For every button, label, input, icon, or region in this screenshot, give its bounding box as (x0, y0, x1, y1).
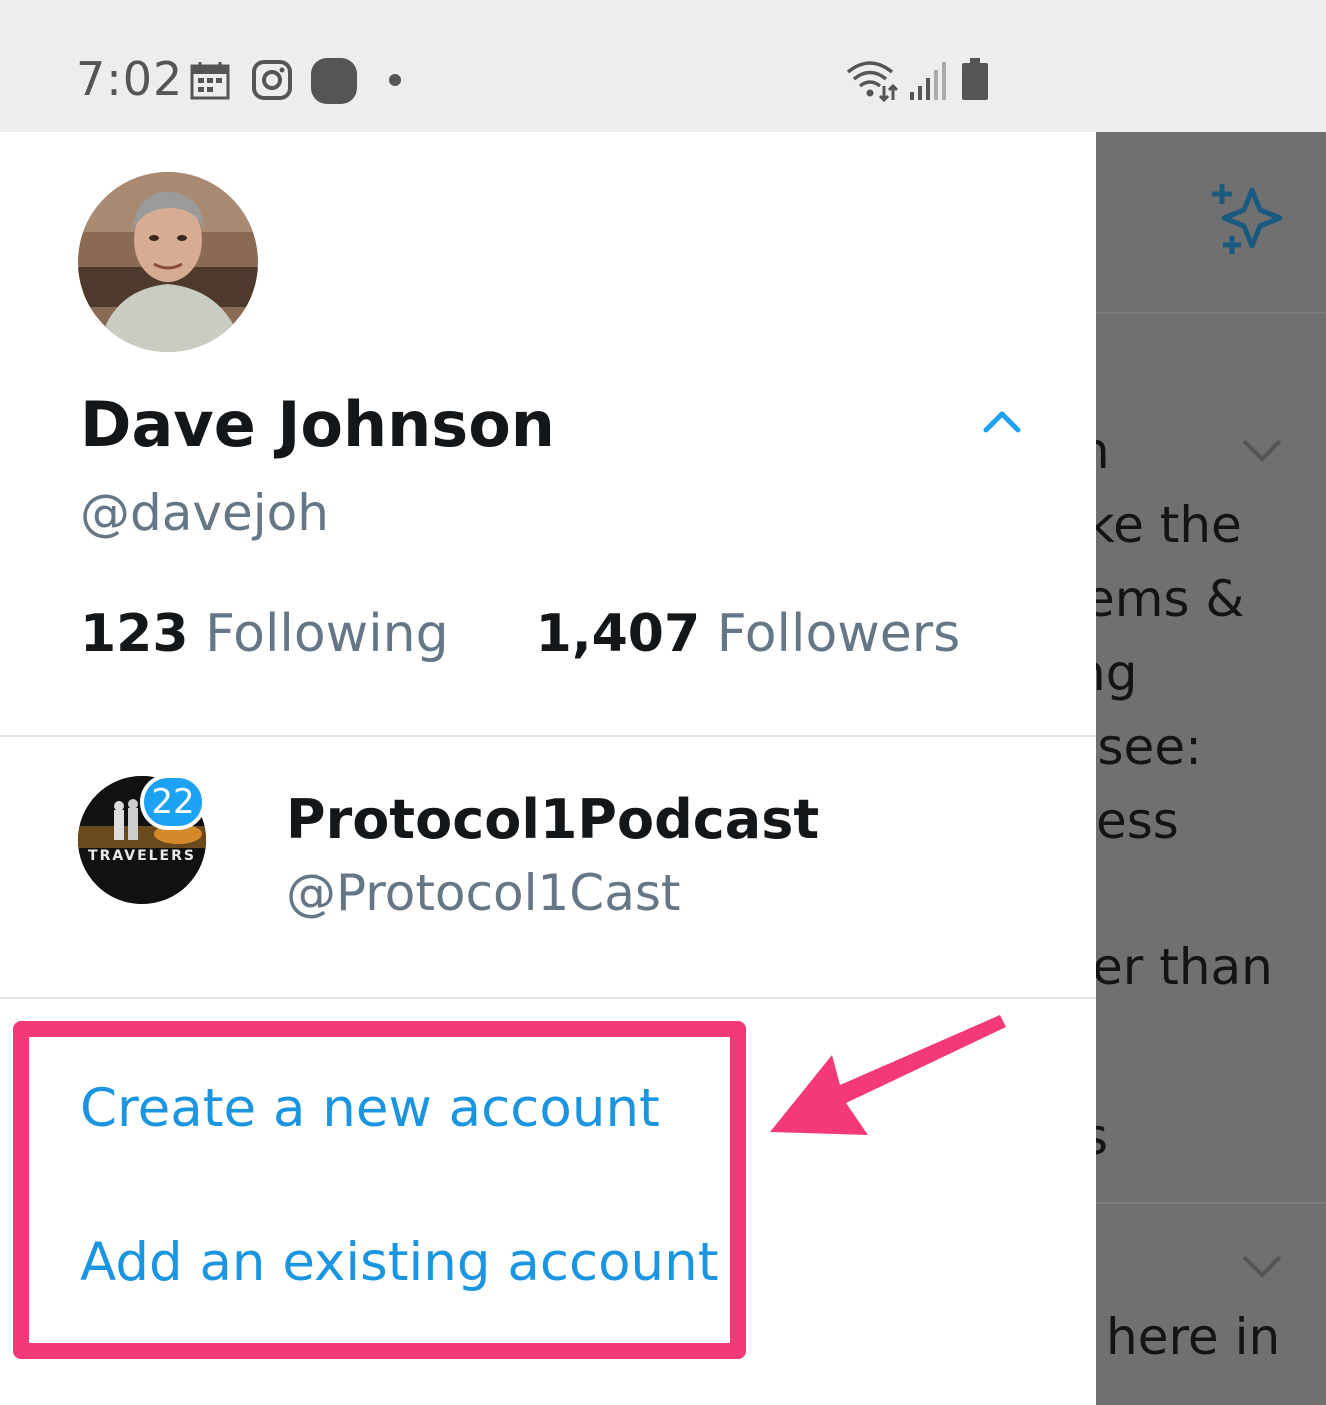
account-handle: @Protocol1Cast (286, 864, 681, 922)
highlight-box (13, 1021, 746, 1359)
wifi-icon (846, 61, 899, 102)
chevron-up-icon[interactable] (978, 400, 1026, 440)
status-time: 7:02 (76, 52, 184, 106)
profile-stats: 123 Following 1,407 Followers (80, 604, 960, 664)
screen: 7:02 ke the ems & g see: ess er than her… (0, 0, 1326, 1405)
bg-text-line: ess (1096, 792, 1179, 850)
bg-text-line: ng (1096, 644, 1138, 702)
background-timeline[interactable]: n ike the ems & ng (see: ess er than s h… (1096, 132, 1326, 1405)
app-icon (311, 58, 357, 104)
followers-label: Followers (716, 604, 961, 664)
notification-badge: 22 (140, 774, 206, 830)
bg-text-line: er than (1096, 938, 1273, 996)
following-link[interactable]: 123 Following (80, 604, 465, 664)
bg-text-line: s (1096, 1108, 1108, 1166)
account-name: Protocol1Podcast (286, 788, 820, 851)
switch-account-row[interactable]: TRAVELERS 22 Protocol1Podcast @Protocol1… (0, 738, 1096, 996)
account-avatar-text: TRAVELERS (88, 848, 196, 864)
status-bar: 7:02 (0, 0, 1326, 132)
pointer-arrow (770, 1015, 1006, 1135)
calendar-icon (190, 62, 230, 100)
following-label: Following (205, 604, 449, 664)
bg-text-line: ike the (1096, 496, 1242, 554)
bg-text-line: here in (1106, 1308, 1281, 1366)
chevron-down-icon[interactable] (1242, 1254, 1282, 1278)
chevron-down-icon[interactable] (1242, 438, 1282, 462)
bg-text-line: n (1096, 422, 1110, 480)
profile-avatar[interactable] (78, 172, 258, 352)
notification-dot (389, 74, 401, 86)
divider (0, 735, 1096, 737)
bg-divider (1096, 312, 1326, 314)
bg-divider (1096, 1202, 1326, 1204)
profile-name[interactable]: Dave Johnson (80, 388, 555, 461)
bg-text-line: ems & (1096, 570, 1245, 628)
followers-link[interactable]: 1,407 Followers (536, 604, 961, 664)
bg-text-line: (see: (1096, 718, 1202, 776)
sparkle-icon[interactable] (1210, 182, 1290, 262)
profile-handle: @davejoh (80, 484, 329, 542)
following-count: 123 (80, 604, 189, 664)
instagram-icon (252, 60, 292, 100)
divider (0, 997, 1096, 999)
battery-icon (962, 58, 988, 100)
signal-icon (910, 62, 946, 100)
followers-count: 1,407 (535, 604, 701, 664)
